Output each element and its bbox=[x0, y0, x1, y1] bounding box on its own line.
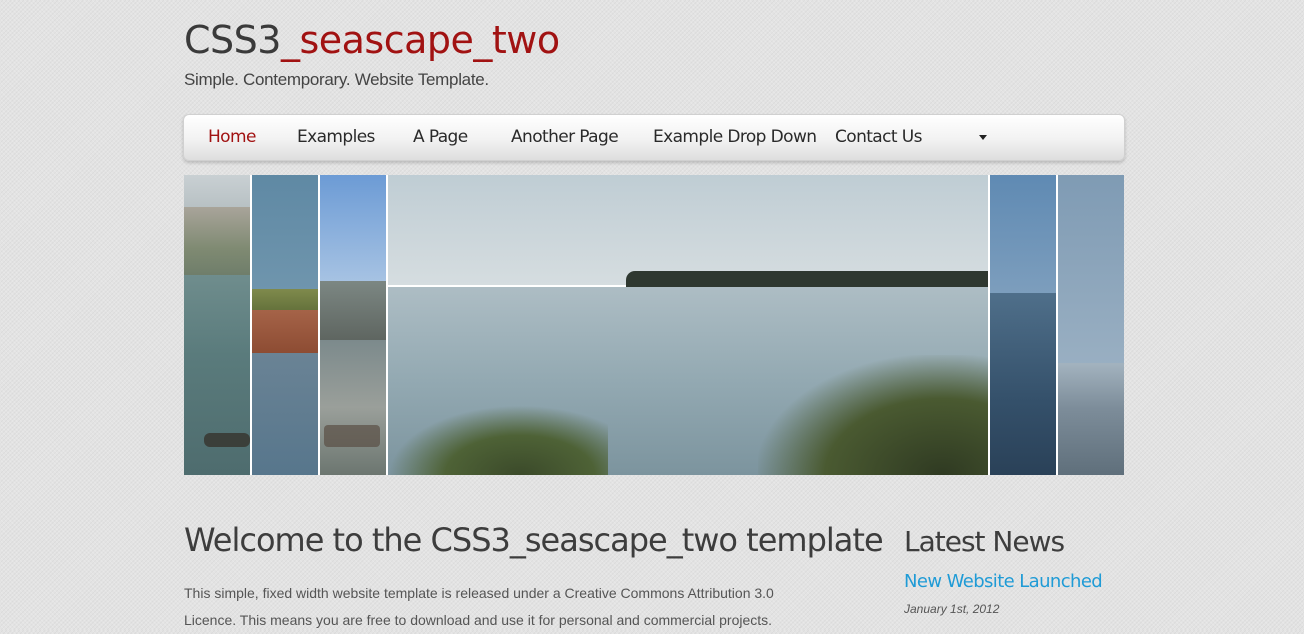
sidebar-heading: Latest News bbox=[904, 525, 1065, 558]
slide-panel-rocky-shore[interactable] bbox=[320, 175, 386, 475]
logo-part-1: CSS3 bbox=[184, 18, 281, 62]
slide-panel-red-cliff[interactable] bbox=[252, 175, 318, 475]
menu-item-home[interactable]: Home bbox=[208, 115, 256, 160]
intro-paragraph: This simple, fixed width website templat… bbox=[184, 585, 774, 628]
slide-panel-main-seascape[interactable] bbox=[388, 175, 988, 475]
logo-part-2: _seascape_two bbox=[280, 18, 560, 62]
menu-item-examples[interactable]: Examples bbox=[297, 115, 375, 160]
slide-panel-sparkling-sea[interactable] bbox=[1058, 175, 1124, 475]
site-logo[interactable]: CSS3_seascape_two bbox=[184, 14, 560, 66]
menu-item-contact-us[interactable]: Contact Us bbox=[835, 115, 922, 160]
site-slogan: Simple. Contemporary. Website Template. bbox=[184, 70, 489, 89]
news-item-title[interactable]: New Website Launched bbox=[904, 571, 1103, 592]
menu-item-example-drop-down[interactable]: Example Drop Down bbox=[653, 115, 817, 160]
slide-panel-cliff[interactable] bbox=[184, 175, 250, 475]
news-item-date: January 1st, 2012 bbox=[904, 602, 1000, 616]
image-slideshow[interactable] bbox=[184, 175, 1124, 475]
menu-item-a-page[interactable]: A Page bbox=[413, 115, 468, 160]
main-menu: Home Examples A Page Another Page Exampl… bbox=[183, 114, 1125, 161]
slide-panel-deep-sea[interactable] bbox=[990, 175, 1056, 475]
menu-item-another-page[interactable]: Another Page bbox=[511, 115, 619, 160]
dropdown-arrow-icon[interactable] bbox=[979, 135, 987, 140]
page-heading: Welcome to the CSS3_seascape_two templat… bbox=[184, 521, 884, 559]
